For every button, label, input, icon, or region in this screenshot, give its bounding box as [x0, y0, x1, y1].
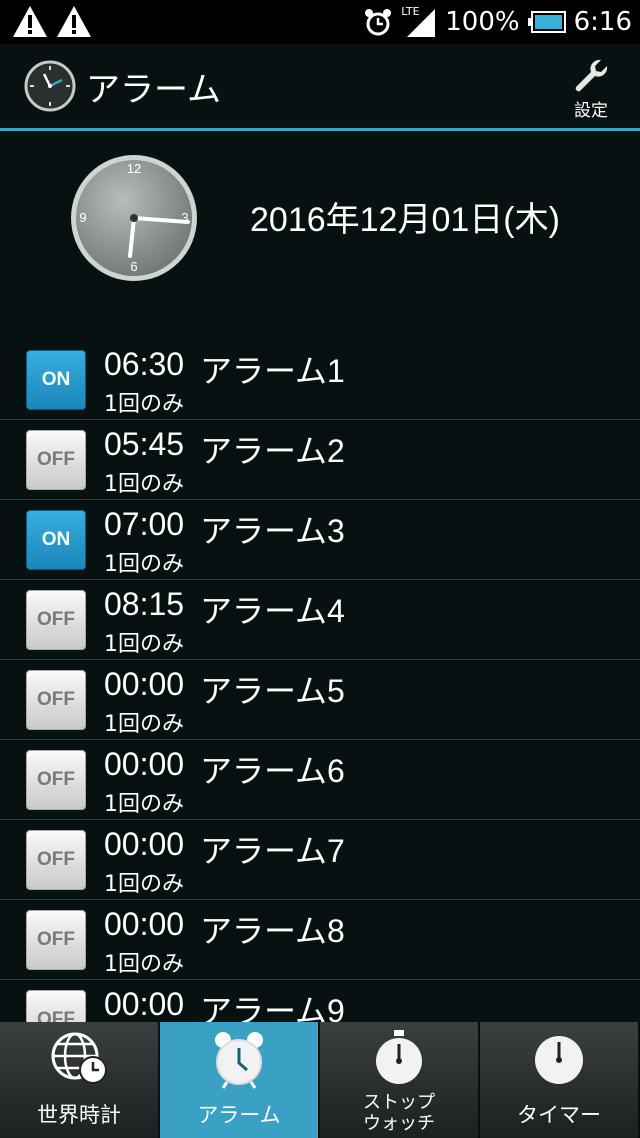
alarm-row-3[interactable]: ON 07:00 アラーム3 1回のみ [0, 500, 640, 580]
alarm-repeat: 1回のみ [104, 632, 184, 657]
alarm-label: アラーム8 [200, 913, 345, 949]
alarm-row-9[interactable]: OFF 00:00 アラーム9 [0, 980, 640, 1022]
alarm-toggle[interactable]: OFF [26, 830, 86, 890]
alarm-toggle[interactable]: OFF [26, 910, 86, 970]
alarm-time: 00:00 [104, 666, 185, 702]
alarm-label: アラーム2 [200, 433, 345, 469]
alarm-row-8[interactable]: OFF 00:00 アラーム8 1回のみ [0, 900, 640, 980]
timer-icon [535, 1036, 583, 1084]
alarm-row-4[interactable]: OFF 08:15 アラーム4 1回のみ [0, 580, 640, 660]
tab-label: ストップ ウォッチ [320, 1092, 478, 1134]
tab-alarm[interactable]: アラーム [160, 1022, 320, 1138]
alarm-time: 00:00 [104, 986, 185, 1022]
alarm-time: 05:45 [104, 426, 185, 462]
alarm-time: 06:30 [104, 346, 185, 382]
alarm-repeat: 1回のみ [104, 552, 184, 577]
alarm-time: 00:00 [104, 826, 185, 862]
alarm-time: 00:00 [104, 746, 185, 782]
alarm-label: アラーム7 [200, 833, 345, 869]
tab-timer[interactable]: タイマー [480, 1022, 640, 1138]
tab-stopwatch[interactable]: ストップ ウォッチ [320, 1022, 480, 1138]
current-date: 2016年12月01日(木) [250, 201, 560, 239]
clock-app-icon [24, 60, 76, 112]
alarm-label: アラーム9 [200, 993, 345, 1022]
alarm-time: 00:00 [104, 906, 185, 942]
battery-icon [527, 11, 566, 33]
alarm-repeat: 1回のみ [104, 392, 184, 417]
bottom-tab-bar: 世界時計 アラーム ストップ ウォッチ タイマー [0, 1022, 640, 1138]
alarm-repeat: 1回のみ [104, 952, 184, 977]
alarm-label: アラーム6 [200, 753, 345, 789]
alarm-clock-icon [215, 1032, 263, 1089]
status-time: 6:16 [573, 7, 632, 37]
alarm-row-7[interactable]: OFF 00:00 アラーム7 1回のみ [0, 820, 640, 900]
globe-clock-icon [51, 1032, 107, 1084]
alarm-repeat: 1回のみ [104, 792, 184, 817]
alarm-toggle[interactable]: ON [26, 350, 86, 410]
alarm-toggle[interactable]: OFF [26, 430, 86, 490]
alarm-row-1[interactable]: ON 06:30 アラーム1 1回のみ [0, 340, 640, 420]
alarm-label: アラーム4 [200, 593, 345, 629]
tab-label: タイマー [517, 1103, 601, 1127]
warning-icon [13, 6, 47, 37]
alarm-toggle[interactable]: ON [26, 510, 86, 570]
alarm-time: 08:15 [104, 586, 185, 622]
alarm-repeat: 1回のみ [104, 872, 184, 897]
tab-label-line2: ウォッチ [363, 1113, 435, 1134]
tab-label-line1: ストップ [363, 1092, 435, 1113]
alarm-label: アラーム5 [200, 673, 345, 709]
clock-number-6: 6 [130, 259, 137, 274]
alarm-toggle[interactable]: OFF [26, 670, 86, 730]
alarm-clock-icon [365, 9, 392, 36]
alarm-row-5[interactable]: OFF 00:00 アラーム5 1回のみ [0, 660, 640, 740]
alarm-label: アラーム3 [200, 513, 345, 549]
analog-clock: 12 3 6 9 [71, 155, 197, 281]
alarm-label: アラーム1 [200, 353, 345, 389]
alarm-toggle[interactable]: OFF [26, 990, 86, 1022]
warning-icon [57, 6, 91, 37]
settings-button[interactable]: 設定 [560, 56, 622, 121]
stopwatch-icon [376, 1030, 422, 1084]
tab-label: アラーム [197, 1103, 281, 1127]
alarm-row-2[interactable]: OFF 05:45 アラーム2 1回のみ [0, 420, 640, 500]
clock-number-12: 12 [127, 161, 141, 176]
battery-percent: 100% [445, 7, 520, 37]
tab-world-clock[interactable]: 世界時計 [0, 1022, 160, 1138]
wrench-icon [575, 59, 608, 92]
clock-number-9: 9 [79, 210, 86, 225]
settings-label: 設定 [574, 101, 608, 121]
page-title: アラーム [86, 70, 221, 110]
alarm-list[interactable]: ON 06:30 アラーム1 1回のみ OFF 05:45 アラーム2 1回のみ… [0, 340, 640, 1022]
alarm-repeat: 1回のみ [104, 472, 184, 497]
alarm-repeat: 1回のみ [104, 712, 184, 737]
alarm-toggle[interactable]: OFF [26, 590, 86, 650]
signal-icon: LTE [401, 5, 437, 39]
alarm-time: 07:00 [104, 506, 185, 542]
alarm-row-6[interactable]: OFF 00:00 アラーム6 1回のみ [0, 740, 640, 820]
tab-label: 世界時計 [37, 1103, 121, 1127]
alarm-toggle[interactable]: OFF [26, 750, 86, 810]
status-bar: LTE 100% 6:16 [0, 0, 640, 44]
